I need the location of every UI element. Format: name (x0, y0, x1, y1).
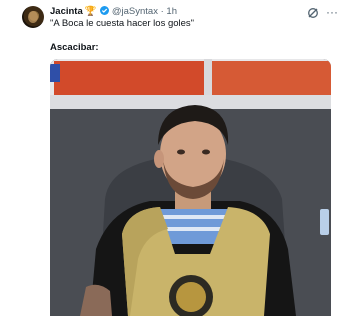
separator-dot: · (160, 6, 164, 17)
author-avatar[interactable] (22, 6, 44, 28)
verified-badge-icon (100, 6, 110, 15)
author-name[interactable]: Jacinta (50, 6, 83, 17)
grok-icon[interactable] (307, 7, 319, 19)
timestamp[interactable]: 1h (166, 6, 177, 17)
more-icon[interactable]: ··· (326, 6, 338, 18)
tweet[interactable]: Jacinta 🏆 @jaSyntax · 1h "A Boca le cuest… (0, 0, 350, 316)
author-handle[interactable]: @jaSyntax (112, 6, 158, 17)
tweet-caption: Ascacibar: (50, 42, 99, 53)
trophy-emoji: 🏆 (84, 6, 97, 17)
tweet-media-image[interactable] (50, 59, 331, 316)
tweet-text: "A Boca le cuesta hacer los goles" (50, 18, 195, 29)
tweet-header: Jacinta 🏆 @jaSyntax · 1h (50, 6, 177, 18)
